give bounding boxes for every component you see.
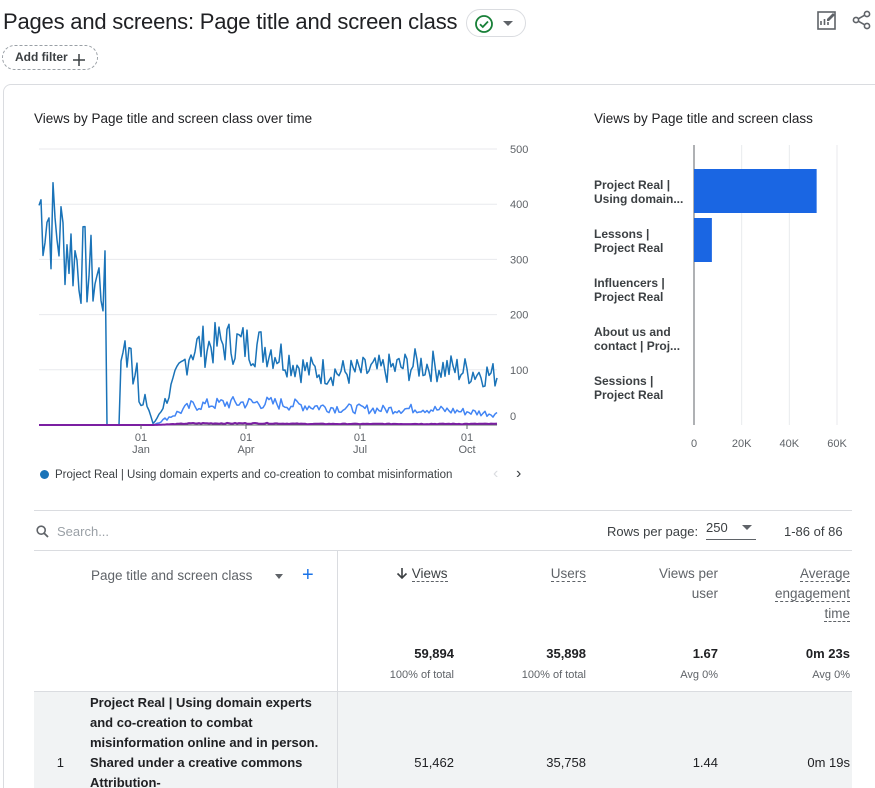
bar (694, 169, 817, 213)
views-header-label: Views (411, 566, 448, 582)
total-avg-engagement: 0m 23s (805, 646, 850, 661)
dimension-dropdown-icon[interactable] (275, 574, 283, 579)
bar-label-line: Project Real (594, 290, 664, 304)
views-per-user-line1: Views per (658, 566, 718, 581)
legend-swatch (40, 470, 49, 479)
avg-engagement-line2: engagement (774, 586, 850, 602)
views-header[interactable]: Views (396, 564, 448, 584)
views-per-user-header[interactable]: Views per user (640, 564, 718, 604)
row-views-per-user: 1.44 (692, 755, 718, 770)
bar-chart: 0 20K 40K 60K (691, 145, 848, 450)
search-input[interactable]: Search... (57, 524, 109, 539)
bar-label-line: Project Real (594, 241, 664, 255)
bar-label-line: Using domain... (594, 192, 684, 206)
row-index: 1 (56, 755, 64, 770)
x-tick-label: 60K (827, 438, 847, 450)
users-header-label: Users (550, 566, 586, 582)
bar-chart-x-axis: 0 20K 40K 60K (691, 438, 848, 450)
bar-label-line: Influencers | (594, 276, 665, 290)
bar-label-line: contact | Proj... (594, 339, 681, 353)
total-avg-engagement-sub: Avg 0% (812, 669, 850, 681)
users-header[interactable]: Users (540, 564, 586, 584)
bar-label-line: Sessions | (594, 374, 654, 388)
bar-label: Lessons | Project Real (594, 227, 686, 255)
total-views-sub: 100% of total (389, 669, 454, 681)
dimension-header[interactable]: Page title and screen class (91, 566, 252, 586)
line-chart-legend[interactable]: Project Real | Using domain experts and … (40, 469, 472, 481)
x-tick-label: 40K (780, 438, 800, 450)
column-divider (337, 692, 338, 788)
bar-label-line: Lessons | (594, 227, 650, 241)
divider (34, 510, 852, 511)
total-users-sub: 100% of total (521, 669, 586, 681)
bar-label-line: Project Real | (594, 178, 671, 192)
table-search[interactable]: Search... (36, 524, 109, 539)
add-dimension-icon[interactable]: + (302, 565, 314, 585)
rows-per-page-label: Rows per page: (607, 524, 699, 539)
bar-label: Project Real | Using domain... (594, 178, 686, 206)
sort-desc-icon (396, 568, 408, 580)
legend-label: Project Real | Using domain experts and … (55, 469, 453, 481)
bar-label: Sessions | Project Real (594, 374, 686, 402)
total-views-per-user: 1.67 (692, 646, 718, 661)
avg-engagement-line1: Average (799, 566, 850, 582)
bar-chart-bars (694, 169, 817, 262)
rows-per-page-select[interactable]: 250 (706, 520, 756, 540)
legend-prev-icon[interactable]: ‹ (493, 465, 498, 483)
bar-label-line: About us and (594, 325, 671, 339)
x-tick-label: 20K (732, 438, 752, 450)
total-users: 35,898 (546, 646, 586, 661)
avg-engagement-header[interactable]: Average engagement time (750, 564, 850, 624)
rows-per-page-value: 250 (706, 520, 728, 535)
total-views-per-user-sub: Avg 0% (680, 669, 718, 681)
search-icon (36, 525, 49, 538)
divider (34, 550, 852, 551)
row-views: 51,462 (414, 755, 454, 770)
x-tick-label: 0 (691, 438, 697, 450)
bar-label: About us and contact | Proj... (594, 325, 686, 353)
row-users: 35,758 (546, 755, 586, 770)
bar-label: Influencers | Project Real (594, 276, 686, 304)
bar-label-line: Project Real (594, 388, 664, 402)
pagination-range: 1-86 of 86 (784, 524, 843, 539)
bar (694, 218, 712, 262)
views-per-user-line2: user (691, 586, 718, 601)
row-page-title[interactable]: Project Real | Using domain experts and … (90, 693, 330, 788)
row-avg-engagement: 0m 19s (807, 755, 850, 770)
chevron-down-icon (742, 525, 752, 530)
total-views: 59,894 (414, 646, 454, 661)
avg-engagement-line3: time (824, 606, 850, 622)
legend-next-icon[interactable]: › (516, 465, 521, 483)
